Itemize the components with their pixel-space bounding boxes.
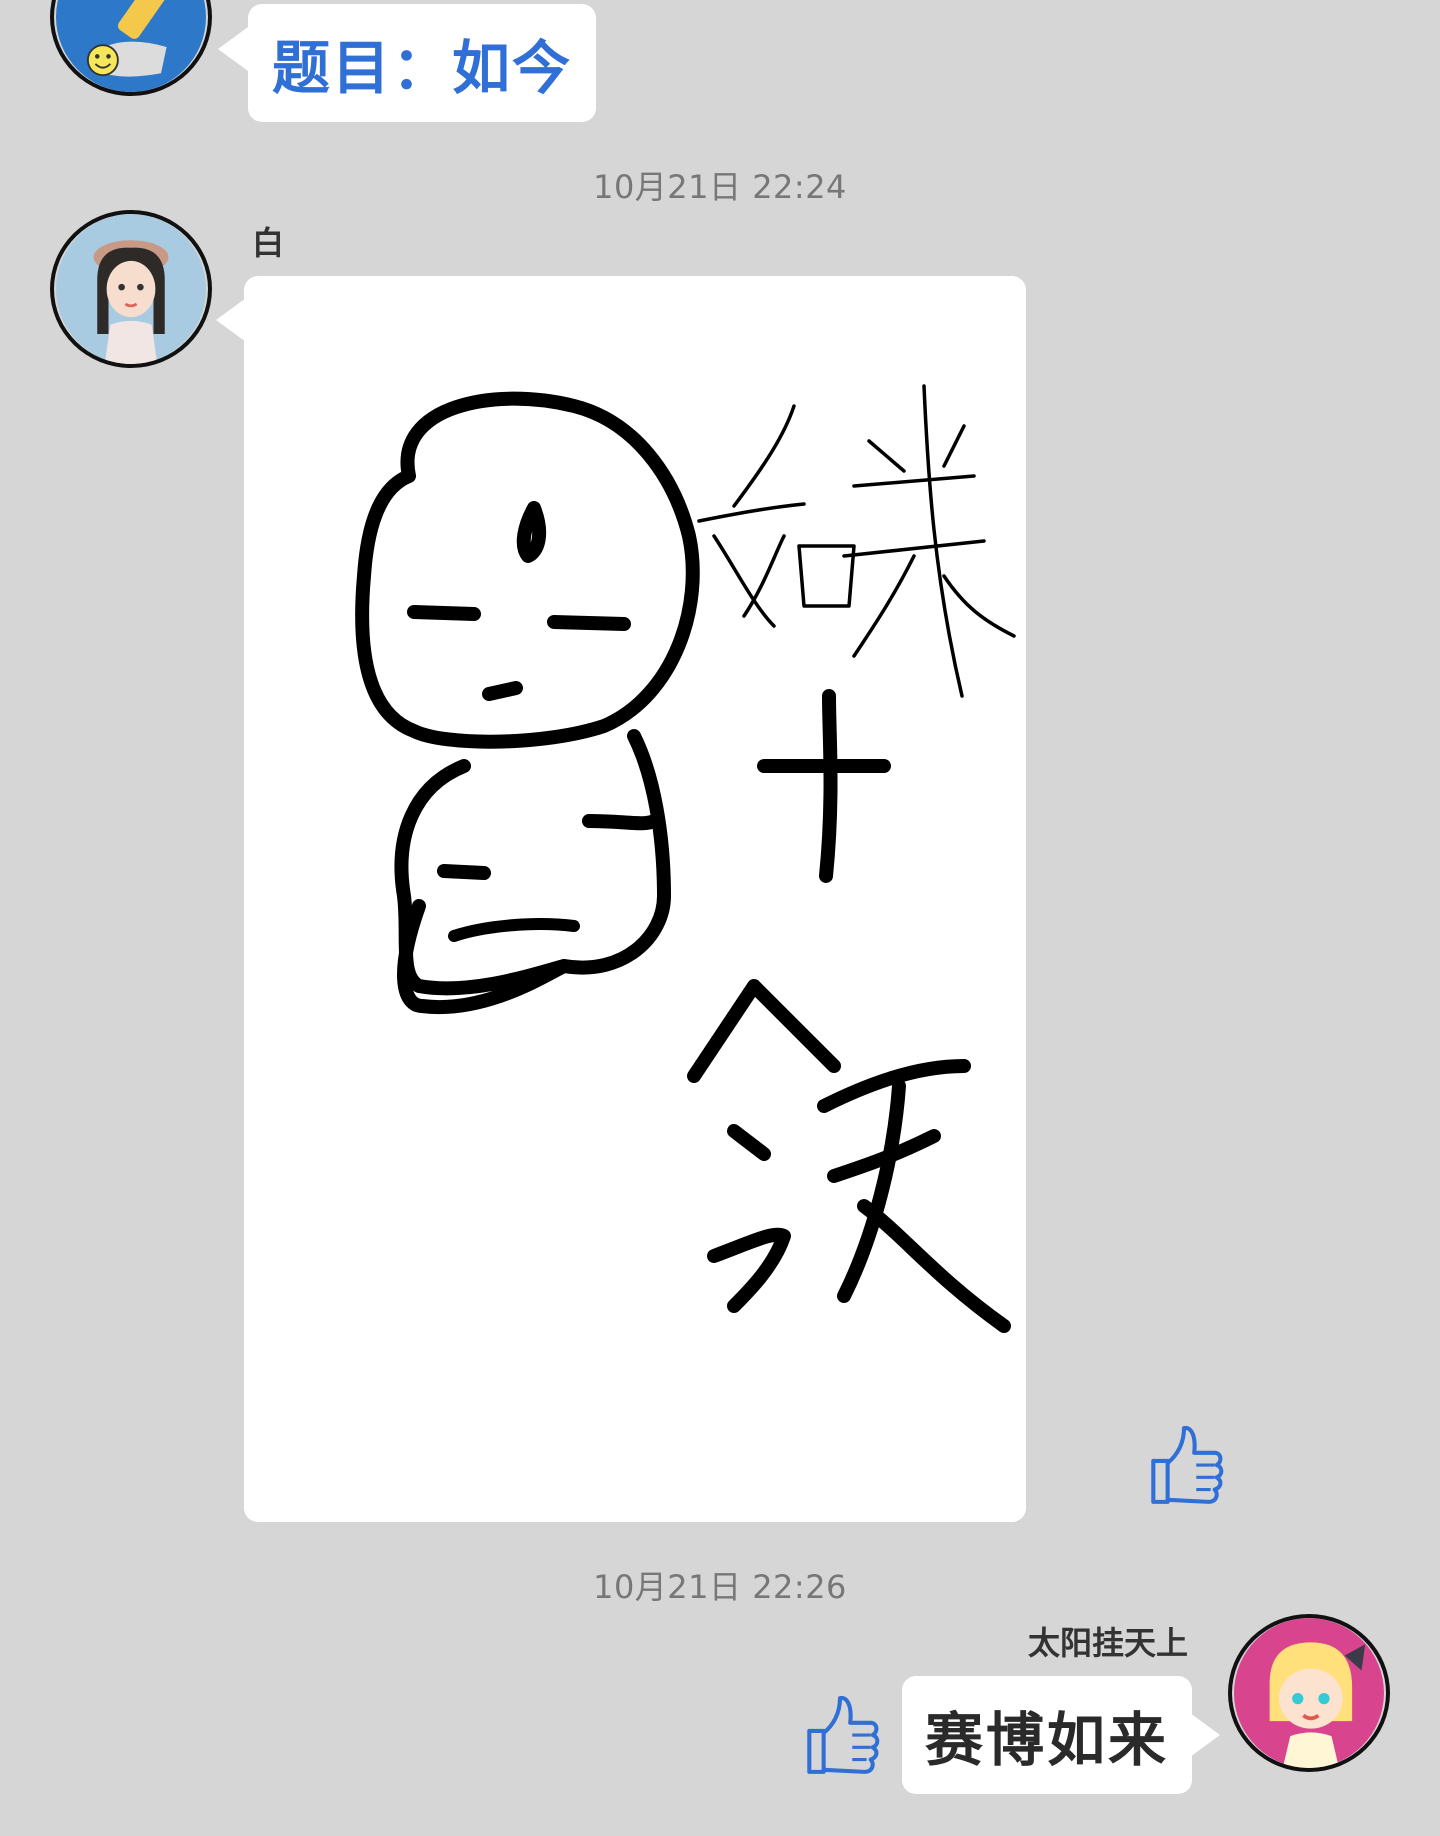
timestamp: 10月21日 22:26 xyxy=(593,1568,847,1606)
char-jin-left xyxy=(687,979,841,1083)
prompt-bubble[interactable]: 题目：如今 xyxy=(248,4,596,122)
drawing-bubble-tail xyxy=(216,298,246,342)
plus-vertical xyxy=(819,689,838,883)
like-button[interactable] xyxy=(798,1688,882,1778)
like-button[interactable] xyxy=(1142,1418,1226,1508)
buddha-lap xyxy=(448,918,580,942)
char-lai-2 xyxy=(867,439,906,473)
buddha-arm xyxy=(582,814,661,831)
drawing-bot-avatar-icon xyxy=(56,0,206,92)
char-dots-2 xyxy=(707,1227,791,1313)
girl-avatar-icon xyxy=(56,214,206,364)
char-ru-2 xyxy=(697,502,806,523)
char-lai-5 xyxy=(922,384,964,698)
thumbs-up-icon xyxy=(807,1695,880,1774)
buddha-eye-left xyxy=(407,605,481,621)
char-lai-3 xyxy=(942,424,966,468)
buddha-arm-left xyxy=(437,864,491,880)
sender-name: 白 xyxy=(252,224,285,262)
buddha-head xyxy=(355,391,700,749)
drawing-bubble[interactable] xyxy=(244,276,1026,1522)
doodle-drawing xyxy=(355,384,1016,1333)
user-avatar[interactable] xyxy=(1228,1614,1390,1772)
char-lai-6 xyxy=(852,554,916,658)
char-tian-sweep-right xyxy=(857,1199,1011,1333)
char-ru-4 xyxy=(742,534,786,618)
reply-text: 赛博如来 xyxy=(924,1706,1169,1774)
buddha-mouth xyxy=(482,681,523,701)
sender-name: 太阳挂天上 xyxy=(1027,1624,1188,1662)
char-lai-7 xyxy=(942,574,1016,638)
char-ru-1 xyxy=(732,404,796,508)
char-dots-1 xyxy=(727,1124,771,1161)
thumbs-up-icon xyxy=(1151,1425,1224,1504)
timestamp: 10月21日 22:24 xyxy=(593,168,847,206)
buddha-eye-right xyxy=(547,615,631,631)
sender-avatar[interactable] xyxy=(50,210,212,368)
bot-avatar[interactable] xyxy=(50,0,212,96)
reply-bubble[interactable]: 赛博如来 xyxy=(902,1676,1192,1794)
prompt-bubble-tail xyxy=(218,27,248,71)
buddha-third-eye xyxy=(516,501,547,563)
char-tian-sweep-left xyxy=(837,1079,906,1303)
char-lai-4 xyxy=(842,539,986,558)
buddha-body xyxy=(394,729,671,996)
anime-avatar-icon xyxy=(1234,1618,1384,1768)
char-lai-1 xyxy=(852,474,976,488)
reply-bubble-tail xyxy=(1190,1713,1220,1757)
prompt-text: 题目：如今 xyxy=(271,34,572,102)
